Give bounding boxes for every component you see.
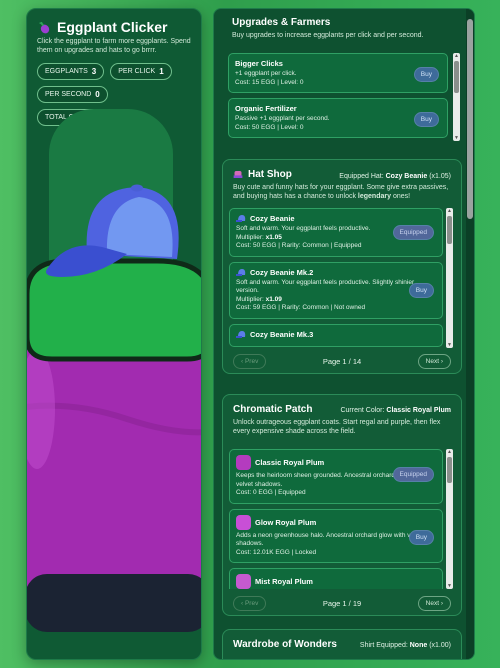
eggplant-base [27,574,201,632]
buy-button[interactable]: Buy [408,282,434,298]
upgrades-list[interactable]: Bigger Clicks +1 eggplant per click. Cos… [228,53,462,141]
app-subtitle: Click the eggplant to farm more eggplant… [37,38,191,54]
hat-list[interactable]: Cozy Beanie Soft and warm. Your eggplant… [229,208,443,348]
page-indicator: Page 1 / 19 [322,599,362,608]
app-title: Eggplant Clicker [57,19,168,35]
cap-icon [236,215,246,222]
stat-eggplants: EGGPLANTS 3 [37,63,105,80]
list-item: Bigger Clicks +1 eggplant per click. Cos… [228,53,448,93]
buy-button[interactable]: Buy [413,67,439,82]
eggplant-logo-icon [39,21,50,34]
list-item: Organic Fertilizer Passive +1 eggplant p… [228,98,448,138]
color-list[interactable]: Classic Royal Plum Keeps the heirloom sh… [229,449,443,589]
equipped-hat: Equipped Hat: Cozy Beanie (x1.05) [339,173,451,180]
wardrobe-title: Wardrobe of Wonders [233,639,337,650]
shop-panel: Upgrades & Farmers Buy upgrades to incre… [213,8,475,660]
cap-icon [236,268,246,276]
upgrades-title: Upgrades & Farmers [232,17,331,28]
equipped-button[interactable]: Equipped [392,225,434,240]
upgrades-scrollbar[interactable]: ▲ ▼ [453,53,460,141]
stat-per-click: PER CLICK 1 [110,63,172,80]
color-list-scrollbar[interactable]: ▲ ▼ [446,449,453,589]
list-item: Glow Royal Plum Adds a neon greenhouse h… [229,508,443,563]
eggplant-body [27,334,201,612]
upgrades-section: Upgrades & Farmers Buy upgrades to incre… [222,9,462,147]
app-header: Eggplant Clicker [27,9,201,37]
chromatic-section: Chromatic Patch Current Color: Classic R… [222,394,462,616]
game-panel: Eggplant Clicker Click the eggplant to f… [26,8,202,660]
page-indicator: Page 1 / 14 [322,357,362,366]
list-item: Mist Royal Plum [229,568,443,589]
chromatic-desc: Unlock outrageous eggplant coats. Start … [233,419,441,435]
list-item: Cozy Beanie Soft and warm. Your eggplant… [229,208,443,257]
color-swatch-icon [236,574,251,589]
eggplant-button[interactable] [27,109,202,660]
hat-list-scrollbar[interactable]: ▲ ▼ [446,208,453,348]
list-item: Classic Royal Plum Keeps the heirloom sh… [229,449,443,504]
main-scrollbar[interactable] [466,9,474,659]
wardrobe-section: Wardrobe of Wonders Shirt Equipped: None… [222,629,462,659]
list-item: Cozy Beanie Mk.3 [229,323,443,347]
color-swatch-icon [236,514,251,530]
hat-shop-desc: Buy cute and funny hats for your eggplan… [233,184,449,200]
list-item: Cozy Beanie Mk.2 Soft and warm. Your egg… [229,261,443,319]
hat-shop-section: Hat Shop Equipped Hat: Cozy Beanie (x1.0… [222,159,462,374]
current-color: Current Color: Classic Royal Plum [340,407,451,414]
prev-page-button[interactable]: ‹ Prev [233,354,267,369]
hat-pagination: ‹ Prev Page 1 / 14 Next › [233,354,451,369]
chromatic-title: Chromatic Patch [233,404,313,415]
buy-button[interactable]: Buy [413,112,439,127]
chromatic-pagination: ‹ Prev Page 1 / 19 Next › [233,596,451,611]
cap-icon [236,330,246,338]
color-swatch-icon [236,455,251,470]
next-page-button[interactable]: Next › [417,354,451,369]
stat-per-second: PER SECOND 0 [37,86,108,103]
prev-page-button[interactable]: ‹ Prev [233,596,267,611]
equipped-button[interactable]: Equipped [392,467,434,482]
upgrades-desc: Buy upgrades to increase eggplants per c… [232,32,424,39]
shirt-equipped: Shirt Equipped: None (x1.00) [359,642,451,649]
buy-button[interactable]: Buy [408,529,434,545]
hat-icon [233,171,243,178]
next-page-button[interactable]: Next › [417,596,451,611]
hat-shop-title: Hat Shop [248,169,292,180]
